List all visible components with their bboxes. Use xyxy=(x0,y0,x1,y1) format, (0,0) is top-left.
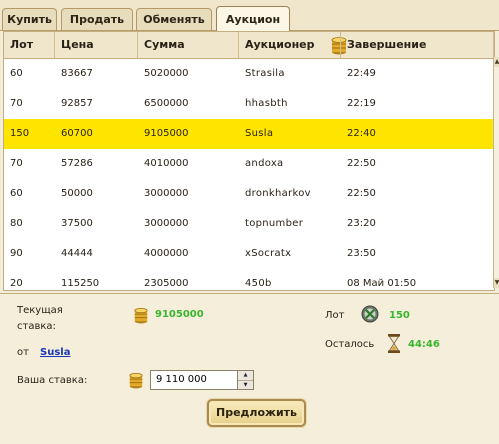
coin-stack-icon xyxy=(134,307,148,324)
cell-end: 22:50 xyxy=(347,188,376,199)
cell-end: 08 Май 01:50 xyxy=(347,278,417,289)
table-row[interactable]: 60 50000 3000000 dronkharkov 22:50 xyxy=(4,179,494,210)
tab-buy[interactable]: Купить xyxy=(2,8,57,30)
lot-value: 150 xyxy=(389,310,410,321)
cell-lot: 20 xyxy=(10,278,23,289)
hourglass-icon xyxy=(388,334,400,353)
from-label: от xyxy=(17,347,29,358)
cell-auctioneer: Susla xyxy=(245,128,274,139)
column-header-end[interactable]: Завершение xyxy=(341,32,494,58)
table-row[interactable]: 70 57286 4010000 andoxa 22:50 xyxy=(4,149,494,180)
cell-lot: 90 xyxy=(10,248,23,259)
cell-auctioneer: hhasbth xyxy=(245,98,288,109)
cell-sum: 4010000 xyxy=(144,158,189,169)
current-bid-label-line2: ставка: xyxy=(17,321,56,332)
coin-stack-icon xyxy=(129,372,143,389)
cell-price: 60700 xyxy=(61,128,93,139)
cell-auctioneer: Strasila xyxy=(245,68,285,79)
column-header-sum[interactable]: Сумма xyxy=(138,32,347,58)
spin-down-icon[interactable]: ▼ xyxy=(238,380,253,390)
cell-auctioneer: 450b xyxy=(245,278,272,289)
cell-lot: 60 xyxy=(10,188,23,199)
current-bid-label-line1: Текущая xyxy=(17,305,63,316)
column-header-price[interactable]: Цена xyxy=(55,32,138,58)
submit-bid-button[interactable]: Предложить xyxy=(207,399,306,427)
auction-table: Лот Цена Сумма Аукционер Завершение 60 83… xyxy=(3,31,495,291)
table-scrollbar[interactable]: ▲ ▼ xyxy=(493,57,499,288)
table-row[interactable]: 80 37500 3000000 topnumber 23:20 xyxy=(4,209,494,240)
table-row[interactable]: 150 60700 9105000 Susla 22:40 xyxy=(4,119,494,150)
lot-x-icon xyxy=(361,305,379,323)
your-bid-label: Ваша ставка: xyxy=(17,375,88,386)
cell-sum: 6500000 xyxy=(144,98,189,109)
column-header-auctioneer[interactable]: Аукционер xyxy=(239,32,341,58)
cell-lot: 60 xyxy=(10,68,23,79)
table-header: Лот Цена Сумма Аукционер Завершение xyxy=(4,32,494,59)
table-row[interactable]: 60 83667 5020000 Strasila 22:49 xyxy=(4,59,494,90)
cell-auctioneer: topnumber xyxy=(245,218,304,229)
cell-sum: 3000000 xyxy=(144,188,189,199)
cell-lot: 70 xyxy=(10,98,23,109)
cell-end: 23:50 xyxy=(347,248,376,259)
column-header-lot[interactable]: Лот xyxy=(4,32,55,58)
arrow-up-icon[interactable]: ▲ xyxy=(494,57,499,67)
tab-auction[interactable]: Аукцион xyxy=(216,6,290,31)
tab-exchange[interactable]: Обменять xyxy=(136,8,212,30)
cell-auctioneer: xSocratx xyxy=(245,248,292,259)
cell-price: 37500 xyxy=(61,218,93,229)
cell-sum: 4000000 xyxy=(144,248,189,259)
cell-lot: 150 xyxy=(10,128,30,139)
cell-sum: 5020000 xyxy=(144,68,189,79)
cell-end: 22:49 xyxy=(347,68,376,79)
remaining-time: 44:46 xyxy=(408,339,440,350)
cell-end: 22:50 xyxy=(347,158,376,169)
cell-price: 115250 xyxy=(61,278,100,289)
tab-sell[interactable]: Продать xyxy=(61,8,133,30)
column-header-sum-label: Сумма xyxy=(144,38,185,51)
bid-amount-stepper[interactable]: ▲ ▼ xyxy=(238,370,254,390)
arrow-down-icon[interactable]: ▼ xyxy=(494,278,499,288)
lot-label: Лот xyxy=(325,310,345,321)
cell-lot: 70 xyxy=(10,158,23,169)
cell-end: 22:19 xyxy=(347,98,376,109)
cell-price: 50000 xyxy=(61,188,93,199)
remaining-label: Осталось xyxy=(325,339,375,350)
table-row[interactable]: 90 44444 4000000 xSocratx 23:50 xyxy=(4,239,494,270)
bid-amount-input[interactable]: 9 110 000 xyxy=(150,370,238,390)
cell-price: 92857 xyxy=(61,98,93,109)
current-bid-value: 9105000 xyxy=(155,309,204,320)
cell-end: 23:20 xyxy=(347,218,376,229)
cell-sum: 3000000 xyxy=(144,218,189,229)
cell-price: 83667 xyxy=(61,68,93,79)
cell-sum: 9105000 xyxy=(144,128,189,139)
cell-auctioneer: andoxa xyxy=(245,158,284,169)
spin-up-icon[interactable]: ▲ xyxy=(238,371,253,380)
bidder-link[interactable]: Susla xyxy=(40,347,70,358)
cell-end: 22:40 xyxy=(347,128,376,139)
cell-lot: 80 xyxy=(10,218,23,229)
cell-price: 44444 xyxy=(61,248,93,259)
cell-auctioneer: dronkharkov xyxy=(245,188,311,199)
table-row[interactable]: 70 92857 6500000 hhasbth 22:19 xyxy=(4,89,494,120)
cell-price: 57286 xyxy=(61,158,93,169)
table-row[interactable]: 20 115250 2305000 450b 08 Май 01:50 xyxy=(4,269,494,290)
cell-sum: 2305000 xyxy=(144,278,189,289)
tab-bar: Купить Продать Обменять Аукцион xyxy=(0,0,499,31)
